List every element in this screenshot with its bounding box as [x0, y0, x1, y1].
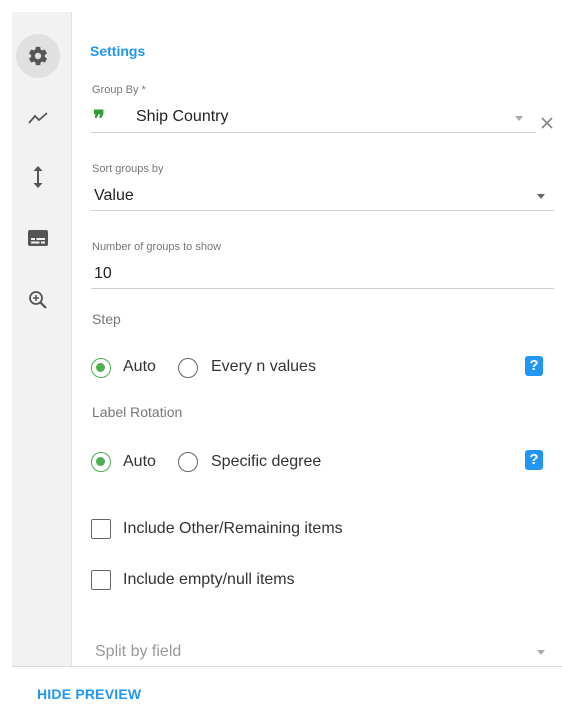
- include-other-label: Include Other/Remaining items: [123, 520, 343, 537]
- rotation-specific-radio[interactable]: [178, 452, 198, 472]
- sidebar-item-subtitles[interactable]: [16, 216, 60, 260]
- label-rotation-label: Label Rotation: [92, 404, 183, 420]
- step-help-icon[interactable]: ?: [525, 356, 543, 376]
- clear-icon[interactable]: [540, 116, 554, 130]
- line-chart-icon: [28, 112, 48, 124]
- panel-divider: [12, 666, 562, 667]
- rotation-auto-radio[interactable]: [91, 452, 111, 472]
- hide-preview-button[interactable]: HIDE PREVIEW: [37, 686, 141, 702]
- group-by-value[interactable]: Ship Country: [136, 108, 229, 126]
- sidebar-item-settings[interactable]: [16, 34, 60, 78]
- group-by-dropdown-arrow-icon[interactable]: [515, 116, 523, 121]
- sort-groups-value[interactable]: Value: [94, 187, 134, 205]
- num-groups-underline: [91, 288, 554, 289]
- sidebar-item-line-chart[interactable]: [16, 96, 60, 140]
- num-groups-input[interactable]: 10: [94, 265, 112, 283]
- include-empty-checkbox[interactable]: [91, 570, 111, 590]
- step-label: Step: [92, 311, 121, 327]
- panel-title: Settings: [90, 43, 146, 59]
- gear-icon: [29, 46, 47, 66]
- rotation-help-icon[interactable]: ?: [525, 450, 543, 470]
- rotation-specific-label: Specific degree: [211, 453, 322, 470]
- sort-groups-underline: [91, 210, 554, 211]
- include-empty-label: Include empty/null items: [123, 571, 295, 588]
- group-by-underline: [91, 132, 536, 133]
- sidebar-item-vertical-resize[interactable]: [16, 155, 60, 199]
- group-by-label: Group By *: [92, 84, 146, 96]
- subtitles-icon: [28, 230, 48, 246]
- step-every-n-label: Every n values: [211, 358, 316, 375]
- zoom-in-icon: [29, 291, 47, 309]
- sort-groups-dropdown-arrow-icon[interactable]: [537, 194, 545, 199]
- split-by-field-select[interactable]: Split by field: [95, 643, 181, 661]
- step-every-n-radio[interactable]: [178, 358, 198, 378]
- step-auto-radio[interactable]: [91, 358, 111, 378]
- settings-panel: Settings Group By * ❞ Ship Country Sort …: [72, 12, 562, 667]
- rotation-auto-label: Auto: [123, 453, 156, 470]
- step-auto-label: Auto: [123, 358, 156, 375]
- split-by-dropdown-arrow-icon[interactable]: [537, 650, 545, 655]
- sort-groups-label: Sort groups by: [92, 163, 164, 175]
- sidebar-item-zoom[interactable]: [16, 278, 60, 322]
- vertical-arrows-icon: [33, 166, 43, 188]
- sidebar: [12, 12, 72, 667]
- num-groups-label: Number of groups to show: [92, 241, 222, 253]
- include-other-checkbox[interactable]: [91, 519, 111, 539]
- quote-icon: ❞: [93, 106, 105, 132]
